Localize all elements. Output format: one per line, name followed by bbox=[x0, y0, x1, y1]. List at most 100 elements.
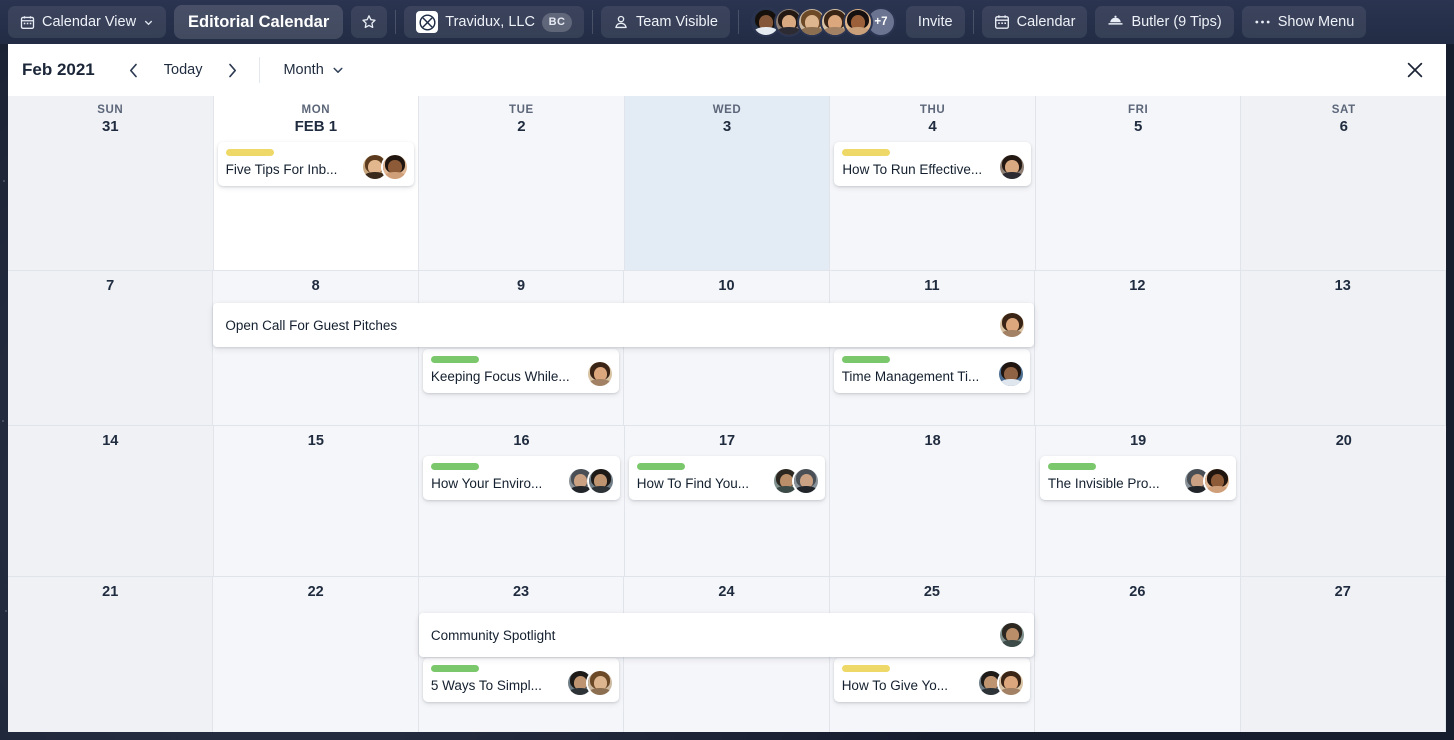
visibility-label: Team Visible bbox=[635, 14, 718, 30]
people-icon bbox=[613, 14, 629, 30]
day-cell-feb-22[interactable]: 22 bbox=[213, 577, 419, 732]
view-mode-label: Month bbox=[283, 62, 324, 78]
day-number: 2 bbox=[517, 118, 526, 135]
calendar-icon bbox=[994, 14, 1010, 30]
day-cell-feb-8[interactable]: 8 bbox=[213, 271, 419, 425]
event-card[interactable]: Keeping Focus While... bbox=[422, 349, 620, 393]
day-number: 21 bbox=[102, 584, 119, 600]
day-cell-feb-2[interactable]: TUE 2 bbox=[419, 96, 625, 270]
avatar[interactable] bbox=[998, 311, 1027, 339]
day-cell-feb-17[interactable]: 17 How To Find You... bbox=[624, 426, 831, 576]
avatar[interactable] bbox=[586, 360, 615, 388]
invite-label: Invite bbox=[917, 14, 953, 30]
multi-day-event-open-call[interactable]: Open Call For Guest Pitches bbox=[213, 303, 1035, 347]
day-cell-jan-31[interactable]: SUN 31 bbox=[8, 96, 214, 270]
day-cell-feb-15[interactable]: 15 bbox=[213, 426, 420, 576]
chevron-down-icon bbox=[332, 64, 344, 76]
star-button[interactable] bbox=[351, 6, 388, 38]
event-card[interactable]: How Your Enviro... bbox=[423, 456, 620, 500]
calendar-view-switcher[interactable]: Calendar View bbox=[8, 6, 167, 38]
day-cell-feb-7[interactable]: 7 bbox=[8, 271, 214, 425]
avatar[interactable] bbox=[997, 153, 1026, 181]
avatar[interactable] bbox=[997, 669, 1026, 697]
day-cell-feb-27[interactable]: 27 bbox=[1240, 577, 1446, 732]
day-events-container: Keeping Focus While... bbox=[419, 349, 623, 393]
day-cell-feb-5[interactable]: FRI 5 bbox=[1035, 96, 1242, 270]
day-number: 19 bbox=[1130, 433, 1147, 449]
day-number: 5 bbox=[1134, 118, 1143, 135]
calendar-button-label: Calendar bbox=[1016, 14, 1076, 30]
event-card[interactable]: Five Tips For Inb... bbox=[217, 142, 415, 186]
today-button[interactable]: Today bbox=[151, 54, 216, 86]
event-card[interactable]: The Invisible Pro... bbox=[1039, 456, 1237, 500]
event-title: Time Management Ti... bbox=[841, 369, 980, 384]
topbar-divider-2 bbox=[591, 10, 593, 34]
workspace-button[interactable]: Travidux, LLC BC bbox=[404, 6, 584, 38]
show-menu-button[interactable]: Show Menu bbox=[1241, 6, 1367, 38]
multi-day-event-community-spotlight[interactable]: Community Spotlight bbox=[418, 613, 1035, 657]
app-top-bar: Calendar View Editorial Calendar Travidu… bbox=[0, 0, 1454, 44]
day-cell-feb-4[interactable]: THU 4 How To Run Effective... bbox=[830, 96, 1036, 270]
avatar[interactable] bbox=[586, 467, 615, 495]
event-members bbox=[1183, 467, 1232, 495]
avatar[interactable] bbox=[792, 467, 821, 495]
day-cell-feb-3-today[interactable]: WED 3 bbox=[624, 96, 831, 270]
day-cell-feb-26[interactable]: 26 bbox=[1035, 577, 1241, 732]
day-cell-feb-10[interactable]: 10 bbox=[624, 271, 830, 425]
day-of-week-label: WED bbox=[712, 104, 742, 116]
day-cell-feb-1[interactable]: MON FEB 1 Five Tips For Inb... bbox=[213, 96, 420, 270]
butler-button[interactable]: Butler (9 Tips) bbox=[1095, 6, 1234, 38]
day-cell-feb-13[interactable]: 13 bbox=[1240, 271, 1446, 425]
day-number: 11 bbox=[924, 278, 940, 294]
close-calendar-button[interactable] bbox=[1398, 53, 1432, 87]
invite-button[interactable]: Invite bbox=[905, 6, 965, 38]
avatar[interactable] bbox=[1203, 467, 1232, 495]
label-color-bar bbox=[636, 463, 685, 470]
day-events-container: 5 Ways To Simpl... bbox=[419, 658, 623, 702]
day-number: 27 bbox=[1334, 584, 1351, 600]
event-title: Keeping Focus While... bbox=[430, 369, 570, 384]
event-card[interactable]: How To Find You... bbox=[628, 456, 826, 500]
event-card[interactable]: How To Run Effective... bbox=[834, 142, 1031, 186]
view-mode-selector[interactable]: Month bbox=[270, 54, 356, 86]
day-cell-feb-12[interactable]: 12 bbox=[1035, 271, 1241, 425]
day-cell-feb-18[interactable]: 18 bbox=[830, 426, 1036, 576]
avatar[interactable] bbox=[586, 669, 615, 697]
label-color-bar bbox=[1047, 463, 1096, 470]
calendar-view-label: Calendar View bbox=[42, 14, 137, 30]
day-number: 20 bbox=[1335, 433, 1352, 449]
day-number: 14 bbox=[102, 433, 119, 449]
next-month-button[interactable] bbox=[215, 54, 249, 86]
butler-icon bbox=[1107, 14, 1124, 30]
avatar[interactable] bbox=[842, 7, 873, 37]
event-card[interactable]: Time Management Ti... bbox=[833, 349, 1031, 393]
day-cell-feb-20[interactable]: 20 bbox=[1241, 426, 1446, 576]
day-number: 18 bbox=[924, 433, 941, 449]
day-of-week-label: THU bbox=[919, 104, 946, 116]
day-events-container: Time Management Ti... bbox=[830, 349, 1034, 393]
day-cell-feb-16[interactable]: 16 How Your Enviro... bbox=[419, 426, 625, 576]
day-cell-feb-19[interactable]: 19 The Invisible Pro... bbox=[1035, 426, 1242, 576]
event-card[interactable]: How To Give Yo... bbox=[833, 658, 1031, 702]
visibility-button[interactable]: Team Visible bbox=[600, 6, 730, 38]
day-cell-feb-21[interactable]: 21 bbox=[8, 577, 214, 732]
previous-month-button[interactable] bbox=[117, 54, 151, 86]
calendar-power-up-button[interactable]: Calendar bbox=[981, 6, 1088, 38]
avatar[interactable] bbox=[997, 360, 1026, 388]
event-title: How To Run Effective... bbox=[842, 162, 983, 177]
topbar-divider-4 bbox=[972, 10, 974, 34]
calendar-week-row: SUN 31 MON FEB 1 Five Tips For Inb... TU… bbox=[8, 96, 1446, 271]
day-number: FEB 1 bbox=[294, 118, 338, 135]
day-events-container: The Invisible Pro... bbox=[1036, 456, 1241, 500]
workspace-badge: BC bbox=[541, 12, 572, 32]
member-avatar-stack[interactable]: +7 bbox=[750, 7, 896, 37]
event-card[interactable]: 5 Ways To Simpl... bbox=[422, 658, 620, 702]
day-cell-feb-14[interactable]: 14 bbox=[8, 426, 214, 576]
avatar[interactable] bbox=[381, 153, 410, 181]
day-number: 22 bbox=[307, 584, 324, 600]
event-members bbox=[977, 669, 1026, 697]
day-cell-feb-11[interactable]: 11 Time Management Ti... bbox=[829, 271, 1036, 425]
day-cell-feb-6[interactable]: SAT 6 bbox=[1241, 96, 1446, 270]
day-cell-feb-9[interactable]: 9 Keeping Focus While... bbox=[418, 271, 625, 425]
avatar[interactable] bbox=[998, 621, 1027, 649]
